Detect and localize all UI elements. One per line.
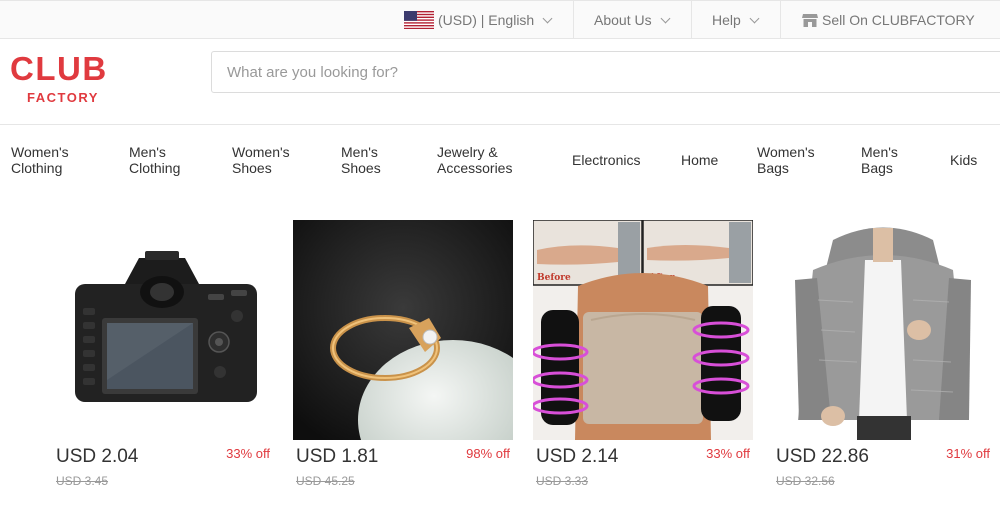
nav-label-line2: Bags [757, 160, 789, 176]
camera-image [75, 251, 257, 402]
original-price: USD 3.45 [56, 474, 109, 488]
chevron-down-icon [542, 13, 553, 23]
nav-mens-bags[interactable]: Men's Bags [861, 144, 898, 176]
nav-label-line2: Shoes [341, 160, 381, 176]
nav-label-line1: Men's [341, 144, 378, 160]
nav-label-line1: Men's [861, 144, 898, 160]
nav-mens-shoes[interactable]: Men's Shoes [341, 144, 381, 176]
product-card[interactable]: USD 1.81 98% off USD 45.25 [293, 220, 513, 500]
product-price: USD 2.04 [56, 446, 139, 467]
product-image-ring[interactable] [293, 220, 513, 440]
nav-mens-clothing[interactable]: Men's Clothing [129, 144, 180, 176]
nav-label-line1: Jewelry & [437, 144, 498, 160]
nav-jewelry-accessories[interactable]: Jewelry & Accessories [437, 144, 512, 176]
discount-badge: 31% off [946, 446, 990, 461]
original-price: USD 32.56 [776, 474, 835, 488]
sell-label: Sell On CLUBFACTORY [822, 12, 975, 28]
product-card[interactable]: USD 2.04 33% off USD 3.45 [53, 220, 273, 500]
nav-electronics[interactable]: Electronics [572, 152, 640, 168]
nav-home[interactable]: Home [681, 152, 718, 168]
help-label: Help [712, 12, 741, 28]
top-bar: (USD) | English About Us Help Sell On CL… [0, 0, 1000, 39]
discount-badge: 98% off [466, 446, 510, 461]
nav-label-line2: Clothing [11, 160, 63, 176]
nav-womens-clothing[interactable]: Women's Clothing [11, 144, 69, 176]
chevron-down-icon [660, 13, 671, 23]
product-image-camera[interactable] [53, 220, 273, 440]
nav-label-line1: Women's [757, 144, 815, 160]
ring-image [293, 220, 513, 440]
about-us-menu[interactable]: About Us [573, 1, 691, 39]
product-price: USD 1.81 [296, 446, 379, 467]
product-card[interactable]: Before After USD 2.14 33% off USD 3.33 [533, 220, 753, 500]
product-image-arm-shaper[interactable]: Before After [533, 220, 753, 440]
currency-language-selector[interactable]: (USD) | English [404, 1, 573, 39]
search-input[interactable] [211, 51, 1000, 93]
chevron-down-icon [749, 13, 760, 23]
nav-label-line1: Women's [11, 144, 69, 160]
jacket-image [795, 227, 971, 440]
nav-label-line1: Home [681, 152, 719, 168]
nav-label-line2: Shoes [232, 160, 272, 176]
original-price: USD 3.33 [536, 474, 589, 488]
clubfactory-logo[interactable]: CLUB FACTORY [10, 52, 130, 112]
sell-on-clubfactory-link[interactable]: Sell On CLUBFACTORY [780, 1, 1000, 39]
original-price: USD 45.25 [296, 474, 355, 488]
logo-line-factory: FACTORY [27, 90, 99, 105]
product-price: USD 22.86 [776, 446, 869, 467]
discount-badge: 33% off [226, 446, 270, 461]
discount-badge: 33% off [706, 446, 750, 461]
arm-shaper-image: Before After [533, 220, 753, 440]
logo-line-club: CLUB [10, 50, 108, 87]
nav-kids[interactable]: Kids [950, 152, 977, 168]
product-price: USD 2.14 [536, 446, 619, 467]
product-image-jacket[interactable] [773, 220, 993, 440]
before-label: Before [537, 273, 571, 283]
nav-label-line1: Electronics [572, 152, 641, 168]
currency-language-label: (USD) | English [438, 12, 535, 28]
nav-label-line2: Bags [861, 160, 893, 176]
product-card[interactable]: USD 22.86 31% off USD 32.56 [773, 220, 993, 500]
nav-womens-shoes[interactable]: Women's Shoes [232, 144, 290, 176]
about-us-label: About Us [594, 12, 652, 28]
nav-label-line2: Clothing [129, 160, 181, 176]
nav-womens-bags[interactable]: Women's Bags [757, 144, 815, 176]
header-divider [0, 124, 1000, 125]
nav-label-line2: Accessories [437, 160, 513, 176]
nav-label-line1: Men's [129, 144, 166, 160]
nav-label-line1: Kids [950, 152, 978, 168]
help-menu[interactable]: Help [691, 1, 780, 39]
us-flag-icon [404, 11, 434, 29]
store-icon [802, 14, 818, 27]
nav-label-line1: Women's [232, 144, 290, 160]
